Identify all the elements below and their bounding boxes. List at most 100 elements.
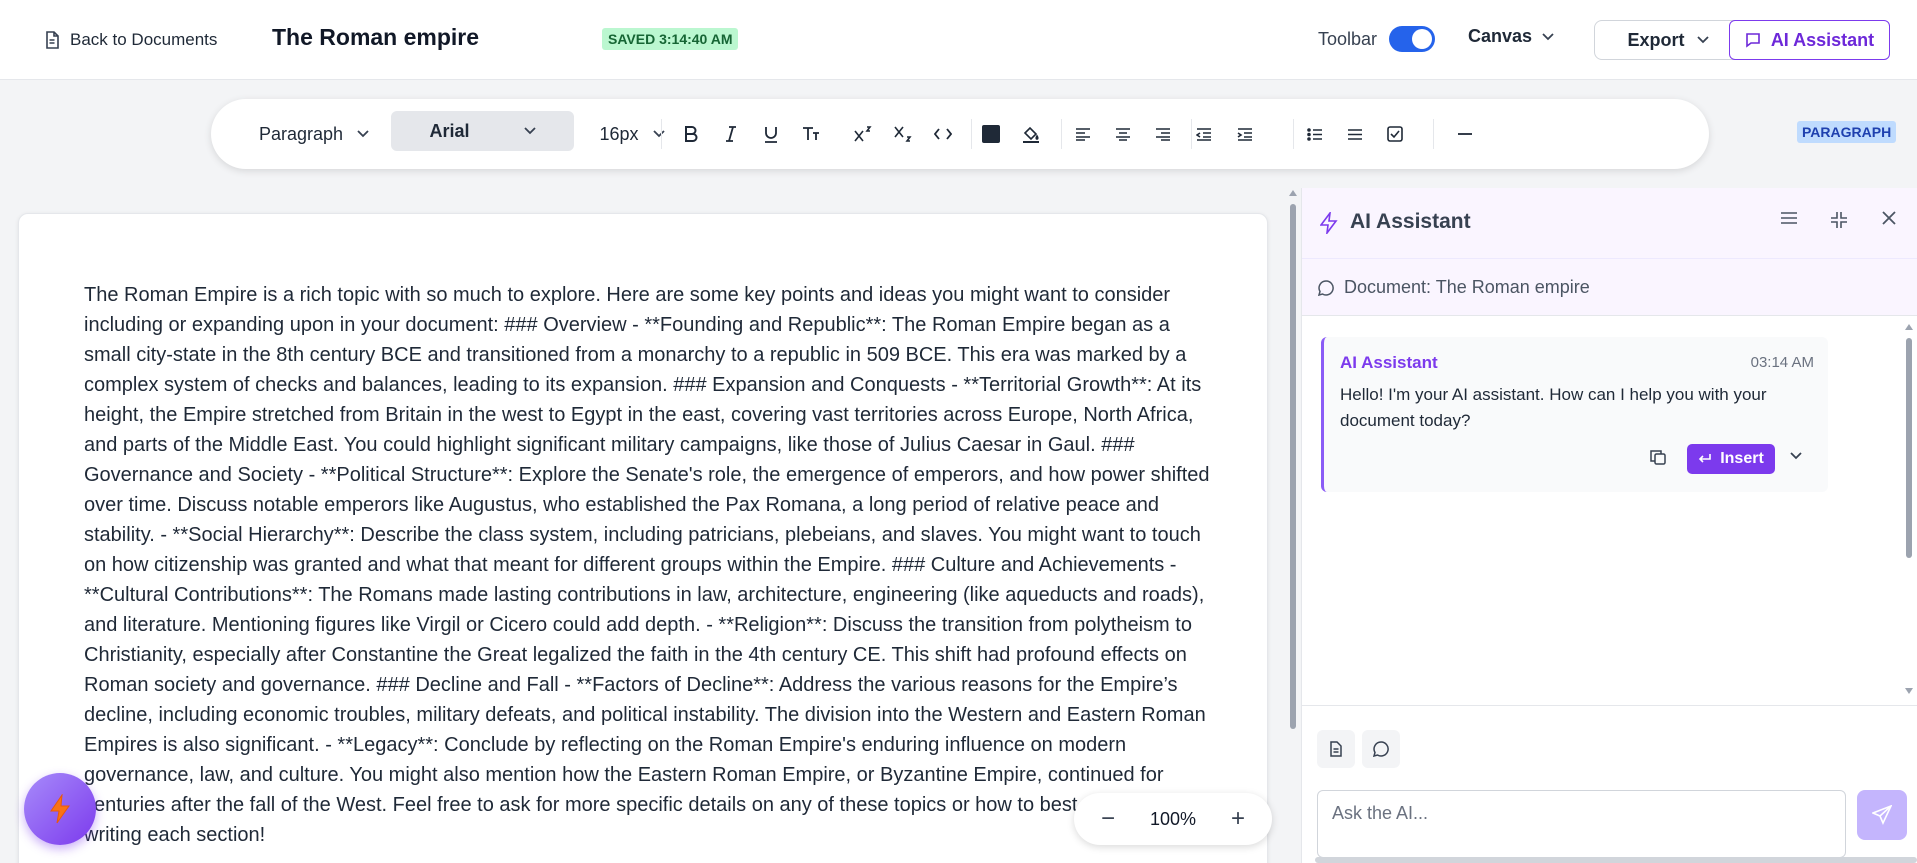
send-button[interactable] [1857, 790, 1907, 840]
canvas-label: Canvas [1468, 26, 1533, 46]
text-color-swatch [982, 125, 1000, 143]
lightning-icon [50, 794, 70, 824]
code-button[interactable] [927, 118, 959, 150]
ai-panel-header: AI Assistant [1302, 188, 1917, 258]
chat-bubble-icon [1373, 741, 1389, 757]
chevron-down-icon [1542, 32, 1554, 40]
chevron-down-icon [1696, 36, 1709, 44]
editor-scrollbar[interactable] [1288, 190, 1298, 863]
saved-status-badge: SAVED 3:14:40 AM [602, 28, 739, 50]
scroll-down-arrow[interactable] [1905, 688, 1913, 694]
align-right-button[interactable] [1147, 118, 1179, 150]
chat-mode-button[interactable] [1362, 730, 1400, 768]
horizontal-rule-icon [1458, 133, 1472, 135]
close-icon [1882, 211, 1896, 225]
text-color-button[interactable] [975, 118, 1007, 150]
underline-button[interactable] [755, 118, 787, 150]
align-left-icon [1076, 127, 1090, 141]
quick-ai-button[interactable] [24, 773, 96, 845]
ai-panel-title: AI Assistant [1350, 210, 1471, 233]
toolbar-toggle[interactable] [1389, 26, 1436, 52]
scroll-up-arrow[interactable] [1289, 190, 1297, 196]
italic-icon [726, 126, 736, 142]
indent-button[interactable] [1229, 118, 1261, 150]
underline-icon [765, 126, 777, 143]
editor-canvas[interactable]: The Roman Empire is a rich topic with so… [18, 213, 1268, 863]
highlight-button[interactable] [1015, 118, 1047, 150]
outdent-button[interactable] [1188, 118, 1220, 150]
font-size-select[interactable]: 16px [587, 114, 677, 154]
chevron-down-icon [523, 127, 536, 135]
align-center-button[interactable] [1107, 118, 1139, 150]
zoom-in-button[interactable]: + [1226, 805, 1250, 833]
document-mode-button[interactable] [1317, 730, 1355, 768]
canvas-dropdown[interactable]: Canvas [1468, 26, 1554, 47]
document-title[interactable]: The Roman empire [272, 24, 479, 51]
ai-assistant-button[interactable]: AI Assistant [1729, 20, 1890, 60]
bullet-list-button[interactable] [1299, 118, 1331, 150]
block-type-value: Paragraph [258, 123, 344, 144]
font-size-value: 16px [599, 123, 639, 144]
numbered-list-button[interactable] [1339, 118, 1371, 150]
toolbar-label: Toolbar [1318, 28, 1378, 49]
copy-icon [1650, 450, 1666, 465]
clear-format-button[interactable] [795, 118, 827, 150]
ai-menu-button[interactable] [1780, 211, 1798, 230]
code-icon [934, 128, 952, 140]
insert-button[interactable]: Insert [1687, 444, 1775, 474]
ai-document-label: Document: The Roman empire [1344, 277, 1590, 297]
ai-minimize-button[interactable] [1830, 211, 1848, 234]
zoom-out-button[interactable]: − [1096, 805, 1120, 833]
bold-icon [685, 126, 698, 142]
collapse-icon [1831, 212, 1847, 228]
toolbar-divider [1293, 119, 1294, 149]
subscript-button[interactable] [887, 118, 919, 150]
superscript-icon [854, 126, 872, 142]
ai-horizontal-scrollbar[interactable] [1315, 857, 1917, 863]
align-left-button[interactable] [1067, 118, 1099, 150]
font-family-select[interactable]: Arial [391, 111, 574, 151]
ai-prompt-input[interactable] [1317, 790, 1846, 858]
block-type-select[interactable]: Paragraph [249, 114, 379, 154]
italic-button[interactable] [715, 118, 747, 150]
block-type-badge: PARAGRAPH [1797, 121, 1897, 143]
scrollbar-thumb[interactable] [1290, 204, 1296, 729]
ai-close-button[interactable] [1882, 211, 1896, 230]
scrollbar-thumb[interactable] [1906, 338, 1912, 558]
ai-document-context: Document: The Roman empire [1302, 258, 1917, 316]
scroll-up-arrow[interactable] [1905, 324, 1913, 330]
horizontal-rule-button[interactable] [1449, 118, 1481, 150]
menu-icon [1781, 212, 1797, 224]
bold-button[interactable] [675, 118, 707, 150]
chevron-down-icon [1790, 452, 1802, 460]
back-to-documents-button[interactable]: Back to Documents [44, 26, 217, 54]
message-author: AI Assistant [1340, 353, 1438, 372]
copy-message-button[interactable] [1650, 449, 1666, 470]
zoom-control: − 100% + [1074, 793, 1272, 845]
enter-arrow-icon [1699, 454, 1712, 463]
toolbar-divider [661, 119, 662, 149]
outdent-icon [1196, 127, 1211, 141]
export-dropdown[interactable]: Export [1594, 20, 1742, 60]
document-icon [1330, 741, 1342, 757]
formatting-toolbar: Paragraph Arial 16px PARAGRAPH [211, 99, 1897, 169]
superscript-button[interactable] [847, 118, 879, 150]
toolbar-divider [1433, 119, 1434, 149]
align-center-icon [1116, 127, 1130, 141]
bullet-list-icon [1307, 127, 1322, 141]
subscript-icon [894, 126, 912, 142]
insert-options-button[interactable] [1790, 447, 1802, 465]
chat-bubble-icon [1318, 280, 1334, 296]
checklist-button[interactable] [1379, 118, 1411, 150]
zoom-level: 100% [1149, 808, 1197, 829]
toolbar-divider [971, 119, 972, 149]
message-text: Hello! I'm your AI assistant. How can I … [1340, 385, 1767, 430]
ai-chat-scrollbar[interactable] [1904, 324, 1914, 694]
export-label: Export [1627, 29, 1685, 50]
ai-input-area [1302, 705, 1917, 863]
checkbox-icon [1387, 126, 1403, 142]
message-timestamp: 03:14 AM [1750, 354, 1814, 371]
document-body[interactable]: The Roman Empire is a rich topic with so… [84, 280, 1216, 850]
ai-assistant-panel: AI Assistant Document: The Roman empire … [1301, 188, 1917, 863]
chat-bubble-icon [1746, 33, 1760, 48]
